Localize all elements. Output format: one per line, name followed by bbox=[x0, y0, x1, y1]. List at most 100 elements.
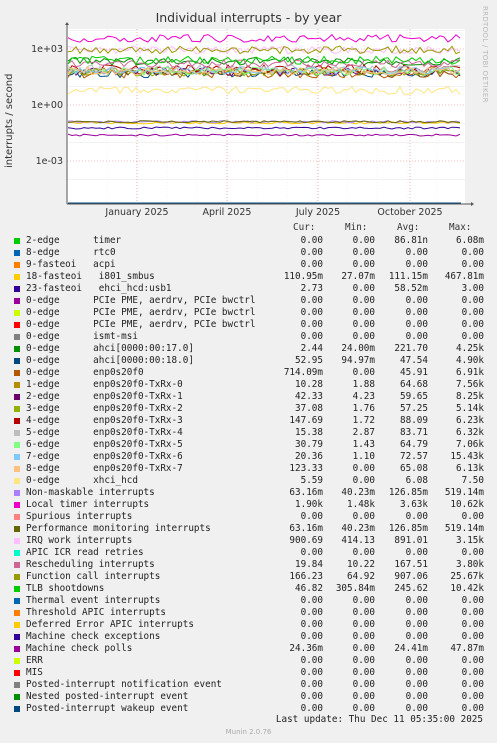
legend-row: MIS 0.00 0.00 0.00 0.00 bbox=[0, 667, 497, 679]
legend-row: Machine check polls 24.36m 0.00 24.41m 47.87… bbox=[0, 643, 497, 655]
legend-max-value: 0.00 bbox=[461, 703, 484, 714]
legend-max-value: 10.42k bbox=[450, 583, 484, 594]
legend-min-value: 305.84m bbox=[335, 583, 375, 594]
legend-row: 9-fasteoi acpi 0.00 0.00 0.00 0.00 bbox=[0, 259, 497, 271]
y-tick-label: 1e+03 bbox=[31, 44, 63, 55]
legend-max-value: 10.62k bbox=[450, 499, 484, 510]
legend-avg-value: 88.09 bbox=[400, 415, 428, 426]
legend-swatch bbox=[14, 298, 20, 304]
legend-cur-value: 0.00 bbox=[300, 619, 323, 630]
legend-avg-value: 59.65 bbox=[400, 391, 428, 402]
legend-avg-value: 24.41m bbox=[394, 643, 428, 654]
legend-swatch bbox=[14, 418, 20, 424]
legend-avg-value: 0.00 bbox=[405, 319, 428, 330]
legend-row: ERR 0.00 0.00 0.00 0.00 bbox=[0, 655, 497, 667]
legend-label: Posted-interrupt notification event bbox=[26, 679, 222, 690]
legend-row: Nested posted-interrupt event 0.00 0.00 0.0… bbox=[0, 691, 497, 703]
legend-label: Function call interrupts bbox=[26, 571, 161, 582]
legend-cur-value: 0.00 bbox=[300, 691, 323, 702]
legend-cur-value: 147.69 bbox=[289, 415, 323, 426]
legend-max-value: 7.56k bbox=[456, 379, 484, 390]
legend-max-value: 0.00 bbox=[461, 331, 484, 342]
legend-label: Nested posted-interrupt event bbox=[26, 691, 189, 702]
legend-min-value: 0.00 bbox=[352, 655, 375, 666]
legend-max-value: 8.25k bbox=[456, 391, 484, 402]
legend-label: 2-edge timer bbox=[26, 235, 122, 246]
legend-row: TLB shootdowns 46.82 305.84m 245.62 10.42k bbox=[0, 583, 497, 595]
legend-label: 6-edge enp0s20f0-TxRx-5 bbox=[26, 439, 183, 450]
legend-min-value: 0.00 bbox=[352, 247, 375, 258]
legend-label: 23-fasteoi ehci_hcd:usb1 bbox=[26, 283, 172, 294]
legend-avg-value: 0.00 bbox=[405, 679, 428, 690]
legend-label: 0-edge enp0s20f0 bbox=[26, 367, 144, 378]
legend-max-value: 4.90k bbox=[456, 355, 484, 366]
legend-row: 0-edge PCIe PME, aerdrv, PCIe bwctrl 0.00… bbox=[0, 307, 497, 319]
legend-label: 18-fasteoi i801_smbus bbox=[26, 271, 155, 282]
legend-swatch bbox=[14, 490, 20, 496]
legend-cur-value: 0.00 bbox=[300, 703, 323, 714]
legend-label: 3-edge enp0s20f0-TxRx-2 bbox=[26, 403, 183, 414]
legend-max-value: 7.06k bbox=[456, 439, 484, 450]
legend-row: Threshold APIC interrupts 0.00 0.00 0.00 0.0… bbox=[0, 607, 497, 619]
legend-cur-value: 900.69 bbox=[289, 535, 323, 546]
legend-min-value: 40.23m bbox=[341, 523, 375, 534]
legend-avg-value: 45.91 bbox=[400, 367, 428, 378]
legend-min-value: 1.43 bbox=[352, 439, 375, 450]
legend-row: 0-edge xhci_hcd 5.59 0.00 6.08 7.50 bbox=[0, 475, 497, 487]
legend-swatch bbox=[14, 670, 20, 676]
legend-cur-value: 20.36 bbox=[295, 451, 323, 462]
legend-avg-value: 111.15m bbox=[388, 271, 428, 282]
legend-min-value: 1.88 bbox=[352, 379, 375, 390]
legend-cur-value: 166.23 bbox=[289, 571, 323, 582]
legend-min-value: 0.00 bbox=[352, 667, 375, 678]
legend-swatch bbox=[14, 478, 20, 484]
legend-max-value: 519.14m bbox=[444, 487, 484, 498]
legend-avg-value: 0.00 bbox=[405, 547, 428, 558]
legend-label: 1-edge enp0s20f0-TxRx-0 bbox=[26, 379, 183, 390]
legend-swatch bbox=[14, 430, 20, 436]
legend-max-value: 47.87m bbox=[450, 643, 484, 654]
legend-max-value: 0.00 bbox=[461, 667, 484, 678]
legend-cur-value: 15.38 bbox=[295, 427, 323, 438]
legend-max-value: 6.13k bbox=[456, 463, 484, 474]
plot-area: January 2025 April 2025 July 2025 October 2… bbox=[31, 22, 474, 218]
legend-swatch bbox=[14, 394, 20, 400]
legend-min-value: 94.97m bbox=[341, 355, 375, 366]
legend-swatch bbox=[14, 310, 20, 316]
legend-label: Non-maskable interrupts bbox=[26, 487, 155, 498]
legend-row: Performance monitoring interrupts 63.16m 4… bbox=[0, 523, 497, 535]
legend-avg-value: 126.85m bbox=[388, 523, 428, 534]
legend-max-value: 0.00 bbox=[461, 259, 484, 270]
legend-row: 2-edge timer 0.00 0.00 86.81n 6.08m bbox=[0, 235, 497, 247]
legend-min-value: 0.00 bbox=[352, 235, 375, 246]
legend-swatch bbox=[14, 466, 20, 472]
legend-max-value: 0.00 bbox=[461, 547, 484, 558]
legend-cur-value: 30.79 bbox=[295, 439, 323, 450]
x-tick-label: July 2025 bbox=[295, 207, 340, 218]
legend-label: Performance monitoring interrupts bbox=[26, 523, 211, 534]
legend-cur-value: 2.73 bbox=[300, 283, 323, 294]
legend-avg-value: 0.00 bbox=[405, 331, 428, 342]
legend-avg-value: 0.00 bbox=[405, 631, 428, 642]
legend-min-value: 414.13 bbox=[341, 535, 375, 546]
legend-swatch bbox=[14, 646, 20, 652]
legend-row: Function call interrupts 166.23 64.92 907.0… bbox=[0, 571, 497, 583]
x-tick-label: April 2025 bbox=[203, 207, 252, 218]
legend-row: 18-fasteoi i801_smbus 110.95m 27.07m 111.15… bbox=[0, 271, 497, 283]
legend-avg-value: 0.00 bbox=[405, 307, 428, 318]
legend-min-value: 0.00 bbox=[352, 619, 375, 630]
legend-max-value: 0.00 bbox=[461, 247, 484, 258]
legend-row: 0-edge PCIe PME, aerdrv, PCIe bwctrl 0.00… bbox=[0, 295, 497, 307]
legend-cur-value: 0.00 bbox=[300, 319, 323, 330]
legend-label: 0-edge ahci[0000:00:17.0] bbox=[26, 343, 194, 354]
legend-cur-value: 2.44 bbox=[300, 343, 323, 354]
legend-swatch bbox=[14, 286, 20, 292]
legend-min-value: 0.00 bbox=[352, 547, 375, 558]
legend-row: Thermal event interrupts 0.00 0.00 0.00 0.00 bbox=[0, 595, 497, 607]
legend-max-value: 0.00 bbox=[461, 691, 484, 702]
legend-max-value: 5.14k bbox=[456, 403, 484, 414]
legend-avg-value: 891.01 bbox=[394, 535, 428, 546]
legend-header-min: Min: bbox=[345, 222, 368, 233]
legend-cur-value: 1.90k bbox=[295, 499, 323, 510]
legend-min-value: 64.92 bbox=[347, 571, 375, 582]
